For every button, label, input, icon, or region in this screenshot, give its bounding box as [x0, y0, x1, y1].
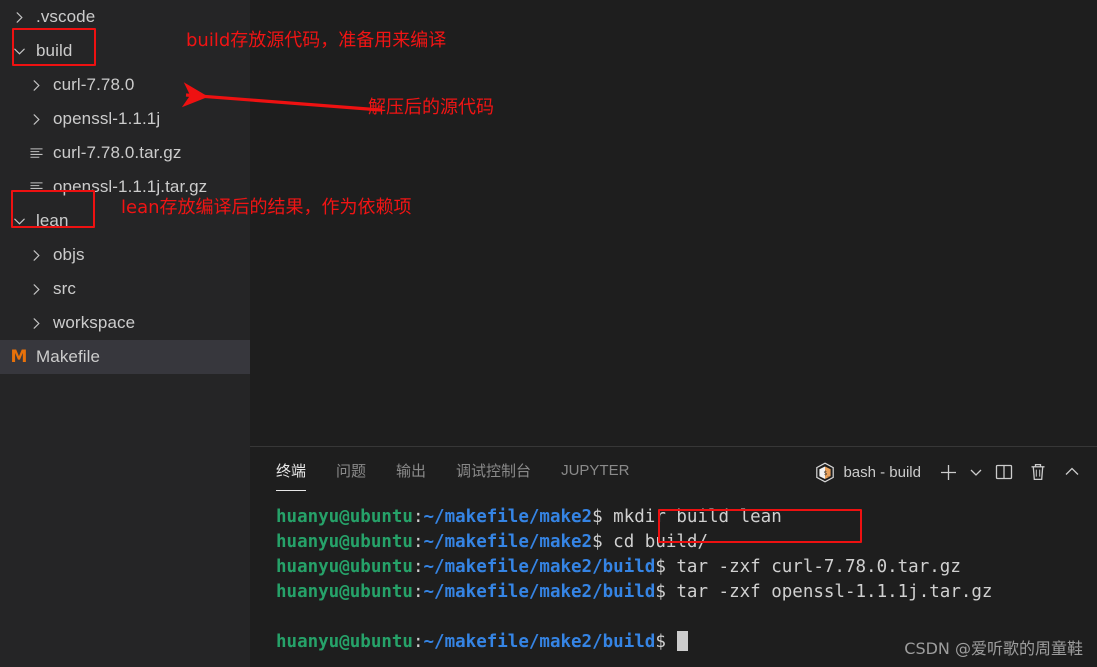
- terminal-line: huanyu@ubuntu:~/makefile/make2/build$ ta…: [276, 555, 1097, 580]
- terminal-path: ~/makefile/make2: [423, 532, 593, 552]
- chevron-down-icon[interactable]: [8, 214, 30, 229]
- annotation-build: build存放源代码，准备用来编译: [186, 30, 447, 51]
- panel-tab-4[interactable]: 调试控制台: [456, 460, 531, 484]
- annotation-lean: lean存放编译后的结果，作为依赖项: [121, 197, 412, 218]
- tree-item-workspace[interactable]: workspace: [0, 306, 250, 340]
- tree-item-label: Makefile: [36, 347, 101, 366]
- terminal-command: tar -zxf openssl-1.1.1j.tar.gz: [676, 582, 993, 602]
- terminal-user: huanyu@ubuntu: [276, 507, 413, 527]
- terminal-command: tar -zxf curl-7.78.0.tar.gz: [676, 557, 961, 577]
- tree-item-label: curl-7.78.0: [53, 75, 135, 94]
- watermark-label: CSDN @爱听歌的周童鞋: [904, 639, 1083, 658]
- terminal-line: huanyu@ubuntu:~/makefile/make2$ mkdir bu…: [276, 505, 1097, 530]
- terminal-line: huanyu@ubuntu:~/makefile/make2/build$ ta…: [276, 580, 1097, 605]
- bottom-panel: 终端 问题 输出 调试控制台 JUPYTER $_ bash - build h…: [250, 446, 1097, 667]
- tree-item-label: objs: [53, 245, 85, 264]
- chevron-right-icon[interactable]: [25, 78, 47, 93]
- archive-file-icon: [25, 147, 47, 160]
- terminal-colon: :: [412, 507, 424, 527]
- terminal-command: mkdir build lean: [613, 507, 782, 527]
- terminal-prompt-symbol: $: [592, 507, 614, 527]
- terminal-cursor: [677, 631, 689, 651]
- terminal-colon: :: [412, 582, 424, 602]
- chevron-right-icon[interactable]: [25, 282, 47, 297]
- terminal-name-label[interactable]: bash - build: [843, 464, 921, 481]
- terminal-prompt-symbol: $: [655, 582, 677, 602]
- tree-item-label: lean: [36, 211, 69, 230]
- panel-tab-list[interactable]: 终端 问题 输出 调试控制台 JUPYTER: [276, 460, 659, 491]
- terminal-prompt-symbol: $: [592, 532, 614, 552]
- terminal-colon: :: [412, 632, 424, 652]
- terminal-path: ~/makefile/make2/build: [423, 557, 656, 577]
- terminal-path: ~/makefile/make2/build: [423, 582, 656, 602]
- annotation-source: 解压后的源代码: [368, 97, 494, 118]
- tree-item-openssl-1-1-1j[interactable]: openssl-1.1.1j: [0, 102, 250, 136]
- chevron-right-icon[interactable]: [25, 316, 47, 331]
- panel-tab-3[interactable]: 输出: [396, 460, 426, 484]
- terminal-colon: :: [412, 532, 424, 552]
- archive-file-icon: [25, 181, 47, 194]
- tree-item-label: openssl-1.1.1j: [53, 109, 161, 128]
- terminal-line: huanyu@ubuntu:~/makefile/make2$ cd build…: [276, 530, 1097, 555]
- svg-text:$_: $_: [824, 470, 832, 477]
- tree-item-label: workspace: [53, 313, 136, 332]
- panel-header: 终端 问题 输出 调试控制台 JUPYTER $_ bash - build: [250, 447, 1097, 497]
- tree-item-curl-7-78-0[interactable]: curl-7.78.0: [0, 68, 250, 102]
- maximize-panel-icon[interactable]: [1055, 455, 1089, 489]
- chevron-right-icon[interactable]: [25, 248, 47, 263]
- terminal-user: huanyu@ubuntu: [276, 557, 413, 577]
- explorer-sidebar: .vscode build curl-7.78.0 openssl-1.1.1j cur…: [0, 0, 250, 667]
- new-terminal-icon[interactable]: [931, 455, 965, 489]
- tree-item-label: curl-7.78.0.tar.gz: [53, 143, 182, 162]
- editor-area: [250, 0, 1097, 446]
- chevron-down-icon[interactable]: [8, 44, 30, 59]
- terminal-user: huanyu@ubuntu: [276, 632, 413, 652]
- tree-item-label: build: [36, 41, 73, 60]
- terminal-path: ~/makefile/make2: [423, 507, 593, 527]
- panel-tab-1[interactable]: 终端: [276, 460, 307, 491]
- terminal-prompt-symbol: $: [655, 557, 677, 577]
- split-terminal-icon[interactable]: [987, 455, 1021, 489]
- makefile-m-icon: M: [10, 346, 28, 367]
- tree-item-src[interactable]: src: [0, 272, 250, 306]
- chevron-right-icon[interactable]: [25, 112, 47, 127]
- terminal-user: huanyu@ubuntu: [276, 582, 413, 602]
- chevron-right-icon[interactable]: [8, 10, 30, 25]
- panel-tab-2[interactable]: 问题: [336, 460, 366, 484]
- panel-tab-5[interactable]: JUPYTER: [561, 462, 629, 482]
- tree-item-objs[interactable]: objs: [0, 238, 250, 272]
- terminal-colon: :: [412, 557, 424, 577]
- terminal-command: cd build/: [613, 532, 708, 552]
- tree-item-label: src: [53, 279, 76, 298]
- tree-item-makefile[interactable]: M Makefile: [0, 340, 250, 374]
- chevron-down-icon[interactable]: [965, 455, 987, 489]
- file-tree[interactable]: .vscode build curl-7.78.0 openssl-1.1.1j cur…: [0, 0, 250, 374]
- tree-item-curl-7-78-0-tar-gz[interactable]: curl-7.78.0.tar.gz: [0, 136, 250, 170]
- terminal-user: huanyu@ubuntu: [276, 532, 413, 552]
- kill-terminal-icon[interactable]: [1021, 455, 1055, 489]
- terminal-prompt-symbol: $: [655, 632, 677, 652]
- tree-item-label: .vscode: [36, 7, 96, 26]
- bash-shell-icon: $_: [815, 462, 835, 483]
- panel-actions[interactable]: $_ bash - build: [815, 447, 1089, 497]
- terminal-path: ~/makefile/make2/build: [423, 632, 656, 652]
